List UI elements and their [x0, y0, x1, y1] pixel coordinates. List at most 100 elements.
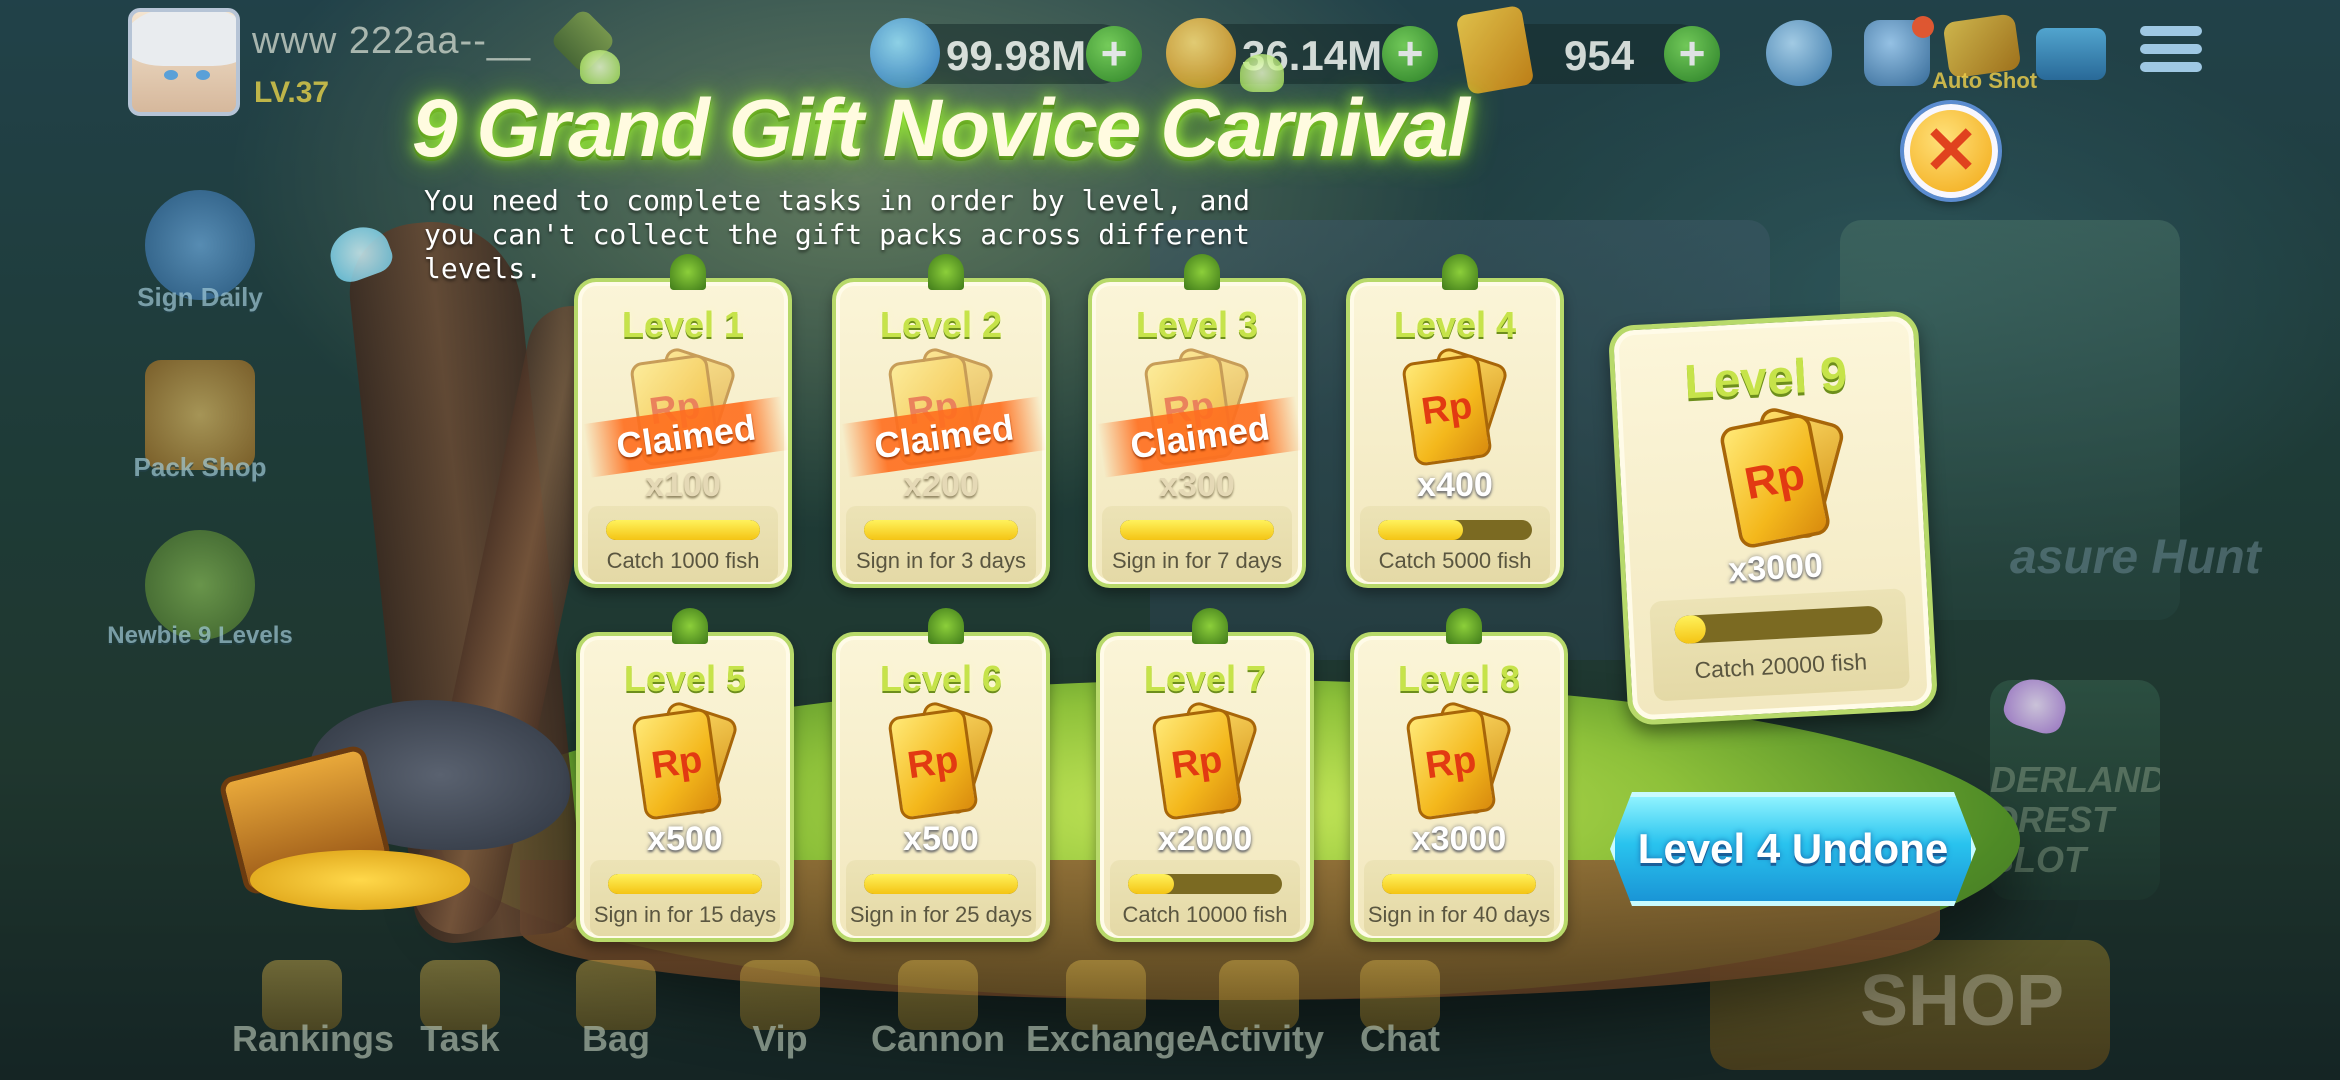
- add-coin-button[interactable]: +: [1382, 26, 1438, 82]
- reward-quantity: x300: [1159, 466, 1235, 504]
- add-diamond-button[interactable]: +: [1086, 26, 1142, 82]
- task-text: Sign in for 40 days: [1367, 902, 1551, 927]
- nav-task[interactable]: Task: [390, 960, 530, 1060]
- sign-daily-label: Sign Daily: [137, 282, 263, 312]
- progress-bar: [1378, 520, 1532, 540]
- diamond-balance: 99.98M +: [870, 18, 1142, 88]
- reward-quantity: x400: [1417, 466, 1493, 504]
- reward-quantity: x200: [903, 466, 979, 504]
- progress-fill: [1382, 874, 1536, 894]
- nav-label: Task: [420, 1018, 500, 1059]
- rp-value: 954: [1564, 32, 1635, 79]
- diamond-icon: [870, 18, 940, 88]
- level-card[interactable]: Level 3 Rp Claimed x300 Sign in for 7 da…: [1088, 254, 1306, 588]
- progress-bar: [1674, 605, 1884, 645]
- level-label: Level 6: [879, 658, 1003, 699]
- reward-quantity: x2000: [1157, 820, 1253, 858]
- nav-rankings[interactable]: Rankings: [232, 960, 394, 1060]
- progress-fill: [608, 874, 762, 894]
- task-text: Catch 1000 fish: [606, 548, 760, 573]
- level-card[interactable]: Level 5 Rp x500 Sign in for 15 days: [576, 608, 794, 942]
- pack-shop-button[interactable]: Pack Shop: [100, 360, 300, 483]
- share-icon[interactable]: [1864, 16, 1934, 86]
- avatar-hair: [132, 12, 236, 66]
- avatar-eye: [196, 70, 210, 80]
- sign-daily-button[interactable]: Sign Daily: [100, 190, 300, 313]
- fish-icon[interactable]: [2036, 28, 2106, 80]
- close-button[interactable]: ✕: [1904, 104, 1998, 198]
- task-text: Catch 5000 fish: [1378, 548, 1532, 573]
- rp-ticket-icon: Rp: [1718, 405, 1847, 550]
- player-level: LV.37: [254, 76, 330, 109]
- nav-cannon[interactable]: Cannon: [868, 960, 1008, 1060]
- nav-label: Exchange: [1026, 1018, 1197, 1059]
- player-name: www 222aa--__: [252, 20, 532, 62]
- progress-bar: [864, 520, 1018, 540]
- vine-decoration: [1446, 608, 1482, 644]
- task-box: Catch 10000 fish: [1110, 860, 1300, 936]
- task-box: Catch 5000 fish: [1360, 506, 1550, 582]
- newbie-levels-button[interactable]: Newbie 9 Levels: [100, 530, 300, 650]
- coin-icon: [1166, 18, 1236, 88]
- level-card[interactable]: Level 8 Rp x3000 Sign in for 40 days: [1350, 608, 1568, 942]
- progress-fill: [1128, 874, 1175, 894]
- level-label: Level 9: [1683, 347, 1849, 410]
- task-box: Sign in for 40 days: [1364, 860, 1554, 936]
- menu-icon[interactable]: [2140, 26, 2202, 80]
- task-box: Sign in for 3 days: [846, 506, 1036, 582]
- reward-quantity: x500: [903, 820, 979, 858]
- level-label: Level 2: [879, 304, 1003, 345]
- nav-label: Chat: [1360, 1018, 1440, 1059]
- level-card[interactable]: Level 1 Rp Claimed x100 Catch 1000 fish: [574, 254, 792, 588]
- progress-fill: [864, 874, 1018, 894]
- task-box: Sign in for 25 days: [846, 860, 1036, 936]
- nav-vip[interactable]: Vip: [710, 960, 850, 1060]
- nav-exchange[interactable]: Exchange: [1026, 960, 1197, 1060]
- grand-level-card[interactable]: Level 9 Rp x3000 Catch 20000 fish: [1607, 310, 1939, 726]
- level-card[interactable]: Level 4 Rp x400 Catch 5000 fish: [1346, 254, 1564, 588]
- target-icon[interactable]: [1766, 20, 1832, 86]
- progress-bar: [608, 874, 762, 894]
- rp-ticket-icon: Rp: [887, 699, 996, 821]
- task-text: Sign in for 7 days: [1112, 548, 1282, 573]
- vine-decoration: [672, 608, 708, 644]
- level-label: Level 8: [1397, 658, 1521, 699]
- level-card[interactable]: Level 2 Rp Claimed x200 Sign in for 3 da…: [832, 254, 1050, 588]
- butterfly-icon: [580, 50, 620, 84]
- reward-quantity: x100: [645, 466, 721, 504]
- level-card[interactable]: Level 7 Rp x2000 Catch 10000 fish: [1096, 608, 1314, 942]
- task-text: Catch 20000 fish: [1693, 648, 1868, 684]
- nav-chat[interactable]: Chat: [1340, 960, 1460, 1060]
- rp-ticket-icon: Rp: [1151, 699, 1260, 821]
- player-avatar[interactable]: [128, 8, 240, 116]
- progress-bar: [1120, 520, 1274, 540]
- popup-title: 9 Grand Gift Novice Carnival: [412, 83, 1470, 174]
- close-icon: ✕: [1923, 113, 1979, 187]
- diamond-value: 99.98M: [946, 32, 1087, 79]
- newbie-levels-label: Newbie 9 Levels: [107, 622, 293, 649]
- avatar-eye: [164, 70, 178, 80]
- level-status-button[interactable]: Level 4 Undone: [1610, 792, 1976, 906]
- nav-label: Bag: [581, 1018, 650, 1059]
- level-label: Level 1: [621, 304, 745, 345]
- vine-decoration: [1184, 254, 1220, 290]
- progress-bar: [864, 874, 1018, 894]
- nav-activity[interactable]: Activity: [1184, 960, 1334, 1060]
- pack-shop-label: Pack Shop: [133, 452, 267, 482]
- rp-exchange-button[interactable]: +: [1664, 26, 1720, 82]
- nav-label: Cannon: [871, 1018, 1005, 1059]
- progress-bar: [606, 520, 760, 540]
- level-label: Level 5: [623, 658, 747, 699]
- reward-quantity: x3000: [1727, 546, 1824, 590]
- level-card[interactable]: Level 6 Rp x500 Sign in for 25 days: [832, 608, 1050, 942]
- gold-coins-pile: [250, 850, 470, 910]
- vine-decoration: [1442, 254, 1478, 290]
- rp-ticket-icon: Rp: [631, 699, 740, 821]
- task-box: Sign in for 7 days: [1102, 506, 1292, 582]
- task-box: Catch 20000 fish: [1649, 588, 1911, 702]
- task-box: Catch 1000 fish: [588, 506, 778, 582]
- nav-bag[interactable]: Bag: [546, 960, 686, 1060]
- coin-balance: 36.14M +: [1166, 18, 1438, 88]
- nav-label: Activity: [1193, 1018, 1325, 1059]
- rp-ticket-icon: Rp: [1405, 699, 1514, 821]
